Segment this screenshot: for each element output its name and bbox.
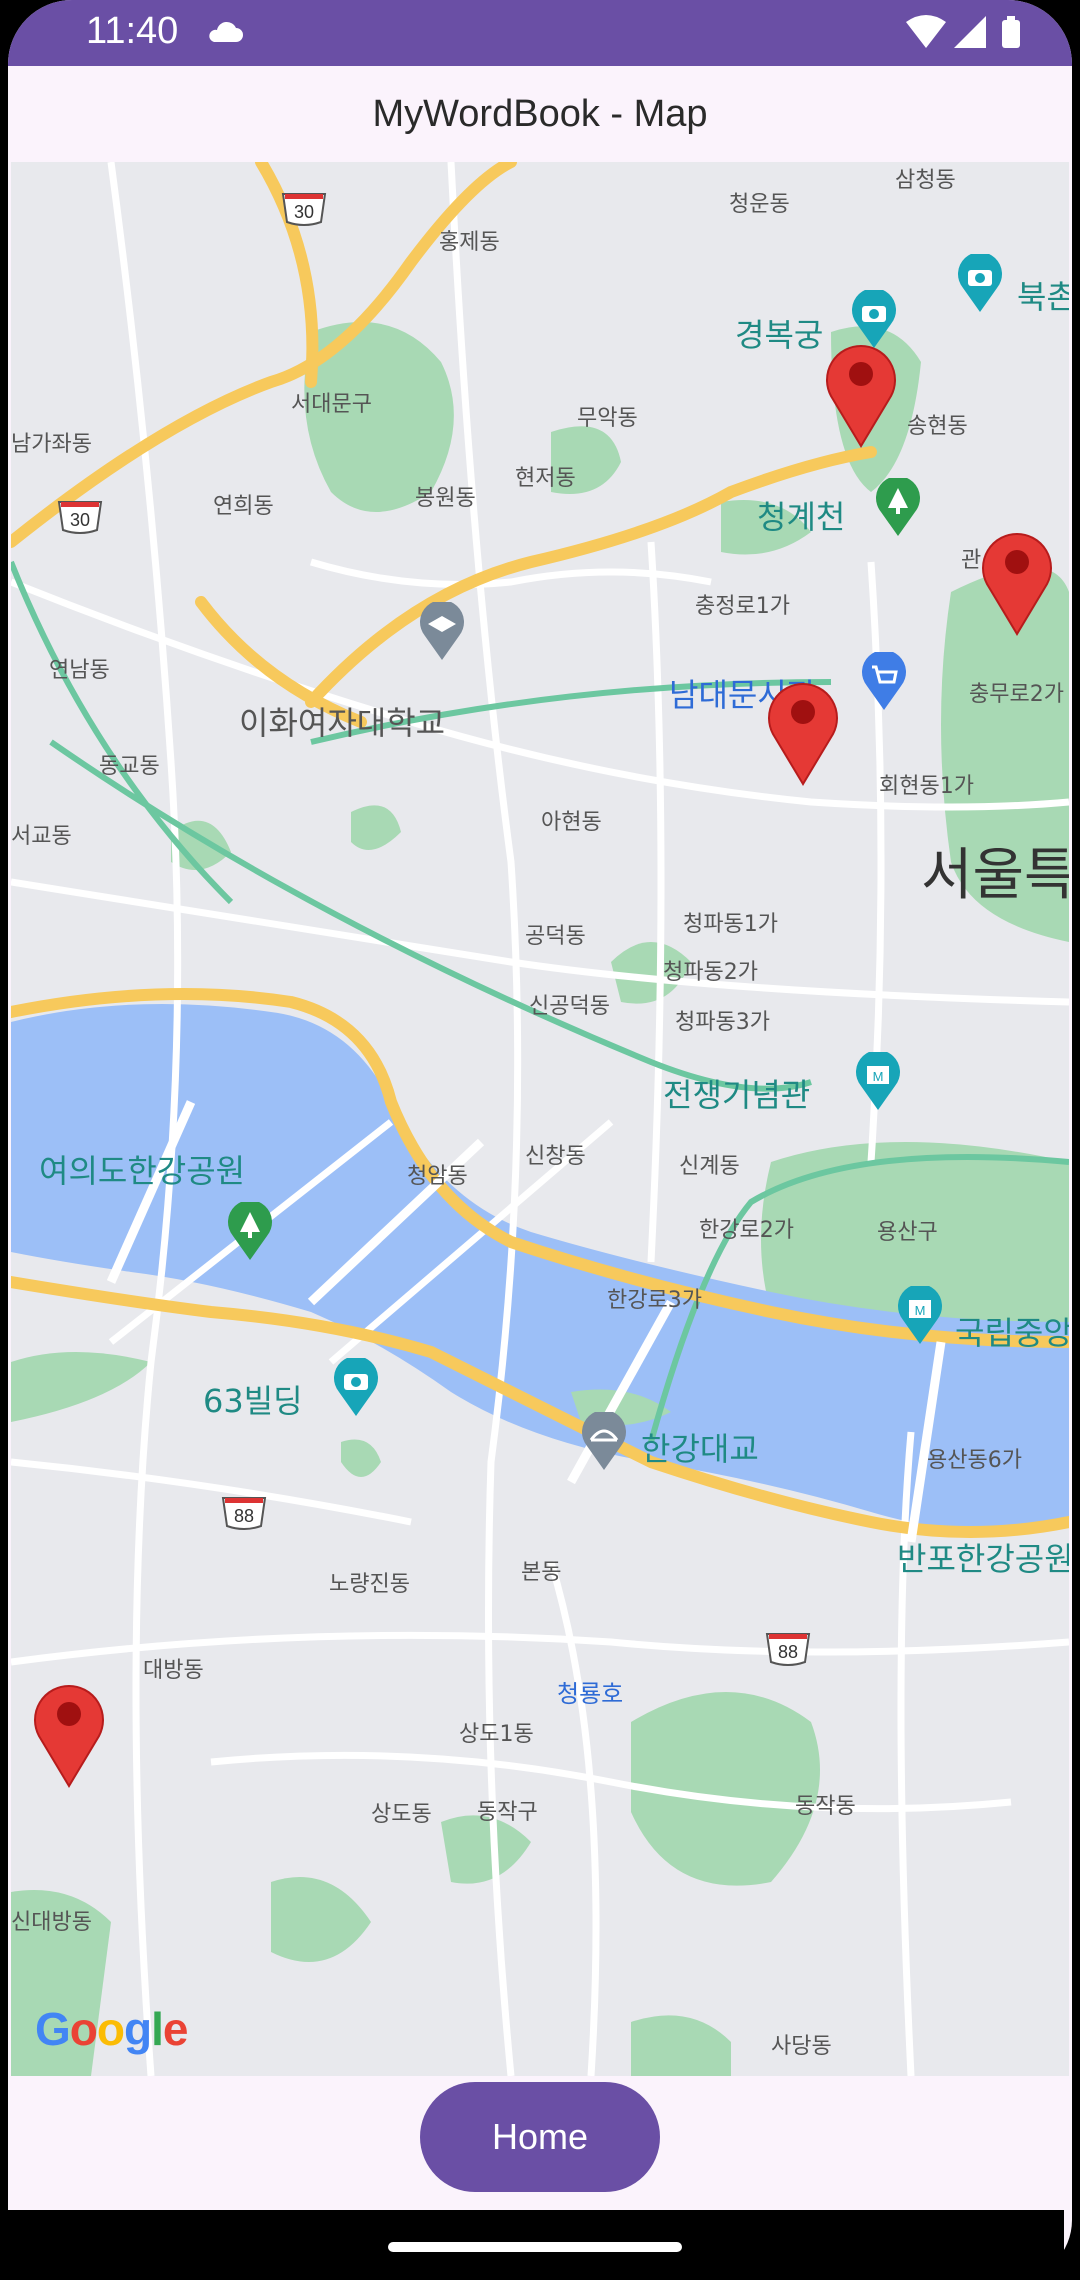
map-label: 공덕동 <box>525 924 586 949</box>
map-label: 본동 <box>521 1560 562 1585</box>
map-label: 서울특 <box>921 843 1069 908</box>
map-label: 신공덕동 <box>529 994 610 1019</box>
map-label: 노량진동 <box>329 1572 410 1597</box>
map-label: 봉원동 <box>415 486 476 511</box>
map-label: 동작동 <box>795 1794 856 1819</box>
map-label: 한강대교 <box>641 1430 759 1468</box>
map-label: 사당동 <box>771 2034 832 2059</box>
map-label: 신대방동 <box>11 1910 92 1935</box>
map-marker[interactable] <box>977 526 1057 636</box>
camera-poi-icon[interactable] <box>955 254 1005 314</box>
map-label: 청암동 <box>407 1164 468 1189</box>
camera-poi-icon[interactable] <box>331 1358 381 1418</box>
museum-poi-icon[interactable]: M <box>853 1052 903 1112</box>
map-canvas <box>11 162 1069 2076</box>
map-label: 동교동 <box>99 754 160 779</box>
map-label: 연남동 <box>49 658 110 683</box>
map-label: 무악동 <box>577 406 638 431</box>
map-label: 송현동 <box>907 414 968 439</box>
bottom-area: Home <box>8 2076 1072 2210</box>
cloud-icon <box>204 18 244 49</box>
svg-text:M: M <box>873 1069 884 1084</box>
map-label: 용산동6가 <box>927 1448 1022 1473</box>
map-label: 상도1동 <box>459 1722 534 1747</box>
bridge-poi-icon[interactable] <box>579 1412 629 1472</box>
map-label: 동작구 <box>477 1800 538 1825</box>
battery-icon <box>1002 16 1020 48</box>
map-label: 한강로2가 <box>699 1218 794 1243</box>
map-label: 회현동1가 <box>879 774 974 799</box>
park-poi-icon[interactable] <box>873 478 923 538</box>
status-bar: 11:40 <box>8 0 1072 66</box>
map-label: 국립중앙 <box>955 1314 1069 1352</box>
map-label: 청파동2가 <box>663 960 758 985</box>
map-label: 반포한강공원 <box>897 1540 1069 1578</box>
map-label: 아현동 <box>541 810 602 835</box>
map-label: 현저동 <box>515 466 576 491</box>
map-label: 충무로2가 <box>969 682 1064 707</box>
map-label: 청룡호 <box>557 1680 624 1708</box>
map-label: 경복궁 <box>735 316 824 354</box>
device-screen: 11:40 MyWordBook - Map 30 30 88 88 M M 삼… <box>8 0 1072 2280</box>
map-label: 청파동3가 <box>675 1010 770 1035</box>
map-marker[interactable] <box>763 676 843 786</box>
map-label: 용산구 <box>877 1220 938 1245</box>
status-time: 11:40 <box>86 10 179 52</box>
school-poi-icon[interactable] <box>417 602 467 662</box>
wifi-icon <box>906 15 946 48</box>
map-label: 대방동 <box>143 1658 204 1683</box>
map-label: 연희동 <box>213 494 274 519</box>
svg-text:30: 30 <box>294 202 314 222</box>
map-marker[interactable] <box>29 1678 109 1788</box>
system-icons <box>904 14 1034 57</box>
map-label: 남가좌동 <box>11 432 92 457</box>
app-title: MyWordBook - Map <box>372 92 708 135</box>
signal-icon <box>954 16 986 48</box>
svg-text:M: M <box>915 1303 926 1318</box>
svg-text:88: 88 <box>778 1642 798 1662</box>
shopping-poi-icon[interactable] <box>859 652 909 712</box>
map-label: 홍제동 <box>439 230 500 255</box>
map-label: 신계동 <box>679 1154 740 1179</box>
map-view[interactable]: 30 30 88 88 M M 삼청동 청운동 홍제동 경복궁 북촌 서대문구 … <box>11 162 1069 2076</box>
map-label: 충정로1가 <box>695 594 790 619</box>
map-marker[interactable] <box>821 338 901 448</box>
museum-poi-icon[interactable]: M <box>895 1286 945 1346</box>
map-label: 청파동1가 <box>683 912 778 937</box>
map-label: 이화여자대학교 <box>239 704 446 742</box>
map-label: 북촌 <box>1017 278 1069 316</box>
park-poi-icon[interactable] <box>225 1202 275 1262</box>
map-label: 신창동 <box>525 1144 586 1169</box>
map-label: 청계천 <box>757 498 846 536</box>
map-label: 전쟁기념관 <box>663 1076 811 1114</box>
home-button[interactable]: Home <box>420 2082 660 2192</box>
svg-text:30: 30 <box>70 510 90 530</box>
map-label: 서대문구 <box>291 392 372 417</box>
google-logo: Google <box>35 2003 188 2055</box>
map-label: 한강로3가 <box>607 1288 702 1313</box>
map-label: 삼청동 <box>895 168 956 193</box>
map-label: 여의도한강공원 <box>39 1152 246 1190</box>
map-label: 서교동 <box>11 824 72 849</box>
map-label: 청운동 <box>729 192 790 217</box>
map-label: 상도동 <box>371 1802 432 1827</box>
map-label: 63빌딩 <box>203 1382 303 1420</box>
svg-text:88: 88 <box>234 1506 254 1526</box>
gesture-handle[interactable] <box>388 2242 682 2252</box>
